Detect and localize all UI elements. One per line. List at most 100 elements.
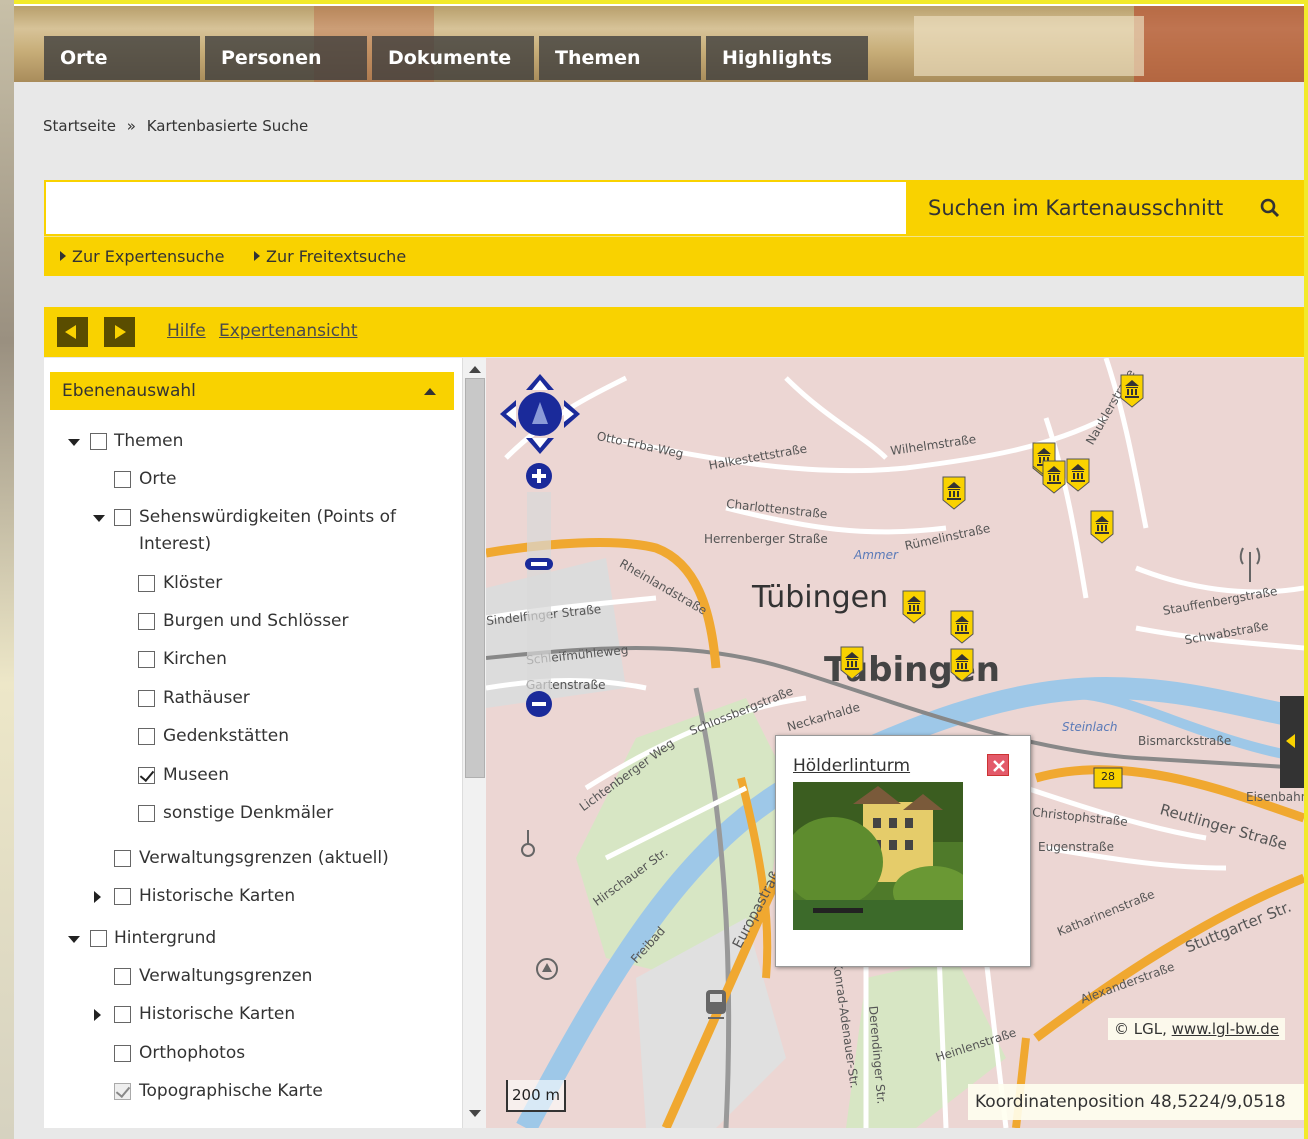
- breadcrumb: Startseite » Kartenbasierte Suche: [43, 117, 314, 135]
- museum-pin-icon[interactable]: [1042, 460, 1066, 494]
- forward-button[interactable]: [104, 317, 135, 347]
- layer-verwaltung: Verwaltungsgrenzen: [44, 963, 454, 990]
- search-icon: [1260, 198, 1280, 218]
- breadcrumb-home[interactable]: Startseite: [43, 117, 116, 135]
- layer-hist-karten-2: Historische Karten: [44, 1001, 454, 1028]
- layer-panel-header[interactable]: Ebenenauswahl: [50, 372, 454, 410]
- sports-icon: [521, 830, 535, 857]
- layer-verwaltung-aktuell: Verwaltungsgrenzen (aktuell): [44, 845, 454, 872]
- layer-hist-karten-1: Historische Karten: [44, 883, 454, 910]
- map-view[interactable]: Otto-Erba-Weg Halkestettstraße Wilhelmst…: [486, 358, 1304, 1128]
- expand-down-icon[interactable]: [93, 515, 105, 522]
- expand-right-icon[interactable]: [94, 891, 101, 903]
- copyright-link[interactable]: www.lgl-bw.de: [1172, 1020, 1279, 1038]
- checkbox-poi[interactable]: [114, 509, 131, 526]
- layer-hintergrund: Hintergrund: [44, 925, 454, 952]
- arrow-right-icon: [115, 325, 126, 339]
- city-label-tuebingen: Tübingen: [752, 580, 889, 615]
- nav-tab-highlights[interactable]: Highlights: [706, 36, 868, 80]
- checkbox-verwaltung-aktuell[interactable]: [114, 850, 131, 867]
- checkbox-verwaltung[interactable]: [114, 968, 131, 985]
- layer-rathaeuser: Rathäuser: [44, 685, 454, 712]
- layer-burgen: Burgen und Schlösser: [44, 608, 454, 635]
- breadcrumb-separator: »: [126, 117, 136, 135]
- checkbox-hist-karten-2[interactable]: [114, 1006, 131, 1023]
- layer-museen: Museen: [44, 762, 454, 789]
- map-toolbar: Hilfe Expertenansicht: [44, 307, 1304, 357]
- checkbox-sonstige[interactable]: [138, 805, 155, 822]
- popup-close-button[interactable]: [987, 754, 1009, 776]
- search-links: Zur Expertensuche Zur Freitextsuche: [44, 236, 1304, 276]
- checkbox-hist-karten-1[interactable]: [114, 888, 131, 905]
- top-navigation: Orte Personen Dokumente Themen Highlight…: [44, 36, 873, 80]
- checkbox-themen[interactable]: [90, 433, 107, 450]
- map-copyright: © LGL, www.lgl-bw.de: [1108, 1018, 1286, 1040]
- museum-pin-icon[interactable]: [942, 476, 966, 510]
- nav-tab-themen[interactable]: Themen: [539, 36, 701, 80]
- layer-panel: Ebenenauswahl Themen Orte Sehenswürdigke…: [44, 358, 462, 1128]
- back-button[interactable]: [57, 317, 88, 347]
- expand-down-icon[interactable]: [68, 936, 80, 943]
- museum-pin-icon[interactable]: [1066, 458, 1090, 492]
- layer-panel-scrollbar[interactable]: [462, 358, 486, 1128]
- checkbox-burgen[interactable]: [138, 613, 155, 630]
- search-button-label: Suchen im Kartenausschnitt: [928, 196, 1224, 220]
- collapse-up-icon: [424, 388, 436, 395]
- museum-pin-icon[interactable]: [950, 610, 974, 644]
- triangle-right-icon: [254, 251, 260, 261]
- nav-tab-dokumente[interactable]: Dokumente: [372, 36, 534, 80]
- scroll-thumb[interactable]: [465, 378, 485, 778]
- checkbox-orthophotos[interactable]: [114, 1045, 131, 1062]
- train-station-icon: [706, 990, 726, 1019]
- layer-poi: Sehenswürdigkeiten (Points of Interest): [44, 504, 454, 558]
- museum-pin-icon[interactable]: [1120, 374, 1144, 408]
- layer-orte: Orte: [44, 466, 454, 493]
- museum-pin-icon[interactable]: [902, 590, 926, 624]
- popup-photo: [793, 782, 963, 930]
- checkbox-kirchen[interactable]: [138, 651, 155, 668]
- layer-themen: Themen: [44, 428, 454, 455]
- scroll-down-icon[interactable]: [469, 1110, 481, 1117]
- museum-pin-icon[interactable]: [1090, 510, 1114, 544]
- layer-topo: Topographische Karte: [44, 1078, 454, 1105]
- map-side-toggle[interactable]: [1280, 696, 1304, 788]
- expand-down-icon[interactable]: [68, 439, 80, 446]
- museum-pin-icon[interactable]: [840, 646, 864, 680]
- poi-symbol-icon: [536, 958, 558, 980]
- checkbox-gedenkstaetten[interactable]: [138, 728, 155, 745]
- checkbox-kloester[interactable]: [138, 575, 155, 592]
- layer-kloester: Klöster: [44, 570, 454, 597]
- checkbox-orte[interactable]: [114, 471, 131, 488]
- scale-bar: 200 m: [506, 1080, 567, 1112]
- nav-tab-personen[interactable]: Personen: [205, 36, 367, 80]
- expert-search-link[interactable]: Zur Expertensuche: [60, 247, 224, 266]
- checkbox-hintergrund[interactable]: [90, 930, 107, 947]
- freetext-search-link[interactable]: Zur Freitextsuche: [254, 247, 406, 266]
- triangle-right-icon: [60, 251, 66, 261]
- checkbox-topo[interactable]: [114, 1083, 131, 1100]
- arrow-left-icon: [65, 325, 76, 339]
- poi-popup: Hölderlinturm: [775, 735, 1031, 967]
- search-input[interactable]: [46, 182, 906, 234]
- expand-right-icon[interactable]: [94, 1009, 101, 1021]
- scroll-up-icon[interactable]: [469, 366, 481, 373]
- map-zoom-control[interactable]: [524, 462, 554, 722]
- map-pan-control[interactable]: [498, 372, 582, 456]
- coordinate-readout: Koordinatenposition 48,5224/9,0518: [968, 1084, 1304, 1120]
- nav-tab-orte[interactable]: Orte: [44, 36, 200, 80]
- antenna-icon: [1239, 547, 1261, 582]
- layer-orthophotos: Orthophotos: [44, 1040, 454, 1067]
- layer-kirchen: Kirchen: [44, 646, 454, 673]
- layer-sonstige: sonstige Denkmäler: [44, 800, 454, 827]
- expert-view-link[interactable]: Expertenansicht: [219, 321, 358, 341]
- museum-pin-icon[interactable]: [950, 648, 974, 682]
- close-icon: [993, 760, 1005, 772]
- checkbox-museen[interactable]: [138, 767, 155, 784]
- popup-title-link[interactable]: Hölderlinturm: [793, 756, 910, 776]
- search-map-button[interactable]: Suchen im Kartenausschnitt: [910, 180, 1304, 236]
- search-bar: Suchen im Kartenausschnitt: [44, 180, 1304, 236]
- help-link[interactable]: Hilfe: [167, 321, 206, 341]
- left-edge-strip: [0, 0, 14, 1139]
- layer-gedenkstaetten: Gedenkstätten: [44, 723, 454, 750]
- checkbox-rathaeuser[interactable]: [138, 690, 155, 707]
